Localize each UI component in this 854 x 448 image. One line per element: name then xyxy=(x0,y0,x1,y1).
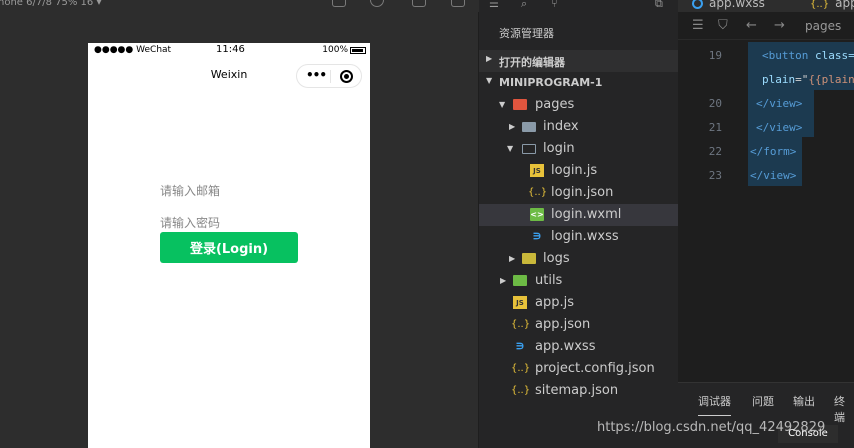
password-input[interactable] xyxy=(160,216,300,230)
simulator-panel: hone 6/7/8 75% 16 ▾ ●●●●● WeChat 11:46 1… xyxy=(0,0,479,448)
phone-screen: ●●●●● WeChat 11:46 100% Weixin ••• 登录(Lo… xyxy=(88,43,370,448)
project-section[interactable]: ▼ MINIPROGRAM-1 xyxy=(479,72,678,94)
search-icon[interactable]: ⌕ xyxy=(521,0,527,11)
battery-percent: 100% xyxy=(322,45,348,55)
tab-app-wxss[interactable]: app.wxss xyxy=(692,0,765,10)
folder-open-icon xyxy=(522,144,536,154)
tree-file-login-json[interactable]: {..} login.json xyxy=(479,182,678,204)
explorer-toolbar: ☰ ⌕ ⑂ ⧉ xyxy=(479,0,678,12)
tree-folder-login[interactable]: ▼ login xyxy=(479,138,678,160)
explorer-panel: ☰ ⌕ ⑂ ⧉ 资源管理器 ▶ 打开的编辑器 ▼ MINIPROGRAM-1 ▼… xyxy=(479,0,678,448)
close-miniprogram-icon[interactable] xyxy=(340,70,353,83)
folder-icon xyxy=(522,253,536,264)
chevron-right-icon: ▶ xyxy=(500,276,507,285)
code-line-21[interactable]: </view> xyxy=(756,121,802,134)
line-number: 19 xyxy=(708,49,722,62)
battery-icon xyxy=(350,47,366,54)
json-file-icon: {..} xyxy=(511,363,531,374)
tree-file-app-wxss[interactable]: ∍ app.wxss xyxy=(479,336,678,358)
email-input[interactable] xyxy=(160,184,300,198)
code-line-23[interactable]: </view> xyxy=(750,169,796,182)
editor-tabs: app.wxss {..} app xyxy=(678,0,854,12)
line-number: 21 xyxy=(708,121,722,134)
record-icon[interactable] xyxy=(370,0,384,7)
tree-folder-utils[interactable]: ▶ utils xyxy=(479,270,678,292)
code-line-20[interactable]: </view> xyxy=(756,97,802,110)
chevron-right-icon: ▶ xyxy=(509,122,516,131)
tree-file-login-wxss[interactable]: ∍ login.wxss xyxy=(479,226,678,248)
open-editors-section[interactable]: ▶ 打开的编辑器 xyxy=(479,50,678,72)
code-line-19[interactable]: <button class= xyxy=(762,49,854,62)
sound-icon[interactable] xyxy=(412,0,426,7)
json-file-icon: {..} xyxy=(511,385,531,396)
chevron-down-icon: ▼ xyxy=(507,144,514,153)
chevron-right-icon: ▶ xyxy=(509,254,516,263)
capsule-divider xyxy=(330,70,331,83)
login-button[interactable]: 登录(Login) xyxy=(160,232,298,263)
js-file-icon: JS xyxy=(513,296,527,309)
wxml-file-icon: <> xyxy=(530,208,544,221)
tree-file-login-wxml[interactable]: <> login.wxml xyxy=(479,204,678,226)
tab-debugger[interactable]: 调试器 xyxy=(698,393,731,416)
line-number: 22 xyxy=(708,145,722,158)
line-number: 23 xyxy=(708,169,722,182)
forward-arrow-icon[interactable]: → xyxy=(774,18,785,33)
editor-toolbar: ☰ ⛉ ← → pages xyxy=(678,12,854,40)
navigation-bar: Weixin ••• xyxy=(88,59,370,89)
code-line-19-wrap[interactable]: plain="{{plain xyxy=(762,73,854,86)
tree-folder-index[interactable]: ▶ index xyxy=(479,116,678,138)
split-editor-icon[interactable]: ☰ xyxy=(692,18,704,33)
watermark: https://blog.csdn.net/qq_42492829 xyxy=(597,420,826,435)
tree-file-project-config[interactable]: {..} project.config.json xyxy=(479,358,678,380)
capsule-menu[interactable]: ••• xyxy=(296,64,362,88)
simulator-toolbar: hone 6/7/8 75% 16 ▾ xyxy=(0,0,479,12)
explorer-title: 资源管理器 xyxy=(499,27,554,40)
phone-icon[interactable] xyxy=(332,0,346,7)
css-file-icon xyxy=(692,0,703,9)
carrier-signal: ●●●●● WeChat xyxy=(94,45,172,55)
status-time: 11:46 xyxy=(216,44,245,55)
css-file-icon: ∍ xyxy=(515,339,525,354)
json-file-icon: {..} xyxy=(511,319,531,330)
extensions-icon[interactable]: ⧉ xyxy=(655,0,663,11)
tree-folder-pages[interactable]: ▼ pages xyxy=(479,94,678,116)
css-file-icon: ∍ xyxy=(532,229,542,244)
tab-output[interactable]: 输出 xyxy=(793,393,815,409)
breadcrumb[interactable]: pages xyxy=(805,19,841,33)
tree-file-sitemap[interactable]: {..} sitemap.json xyxy=(479,380,678,402)
tree-file-login-js[interactable]: JS login.js xyxy=(479,160,678,182)
bottom-panel: 调试器 问题 输出 终端 Console xyxy=(678,382,854,448)
code-editor: app.wxss {..} app ☰ ⛉ ← → pages 19 <butto… xyxy=(678,0,854,448)
copy-icon[interactable] xyxy=(451,0,465,7)
device-selector[interactable]: hone 6/7/8 75% 16 ▾ xyxy=(0,0,101,8)
ide-window: hone 6/7/8 75% 16 ▾ ●●●●● WeChat 11:46 1… xyxy=(0,0,854,448)
status-bar: ●●●●● WeChat 11:46 100% xyxy=(88,43,370,59)
back-arrow-icon[interactable]: ← xyxy=(746,18,757,33)
line-number: 20 xyxy=(708,97,722,110)
more-icon[interactable]: ••• xyxy=(306,68,327,82)
json-file-icon: {..} xyxy=(810,0,830,10)
bookmark-icon[interactable]: ⛉ xyxy=(718,18,728,33)
folder-icon xyxy=(513,275,527,286)
folder-icon xyxy=(513,99,527,110)
source-control-icon[interactable]: ⑂ xyxy=(551,0,558,10)
tab-terminal[interactable]: 终端 xyxy=(834,393,854,425)
menu-icon[interactable]: ☰ xyxy=(489,0,499,10)
tree-file-app-json[interactable]: {..} app.json xyxy=(479,314,678,336)
code-line-22[interactable]: </form> xyxy=(750,145,796,158)
tree-folder-logs[interactable]: ▶ logs xyxy=(479,248,678,270)
chevron-right-icon: ▶ xyxy=(486,54,493,63)
folder-icon xyxy=(522,122,536,132)
json-file-icon: {..} xyxy=(528,187,548,198)
chevron-down-icon: ▼ xyxy=(499,100,506,109)
chevron-down-icon: ▼ xyxy=(486,76,493,85)
js-file-icon: JS xyxy=(530,164,544,177)
tree-file-app-js[interactable]: JS app.js xyxy=(479,292,678,314)
tab-problems[interactable]: 问题 xyxy=(752,393,774,409)
tab-app[interactable]: {..} app xyxy=(810,0,854,10)
